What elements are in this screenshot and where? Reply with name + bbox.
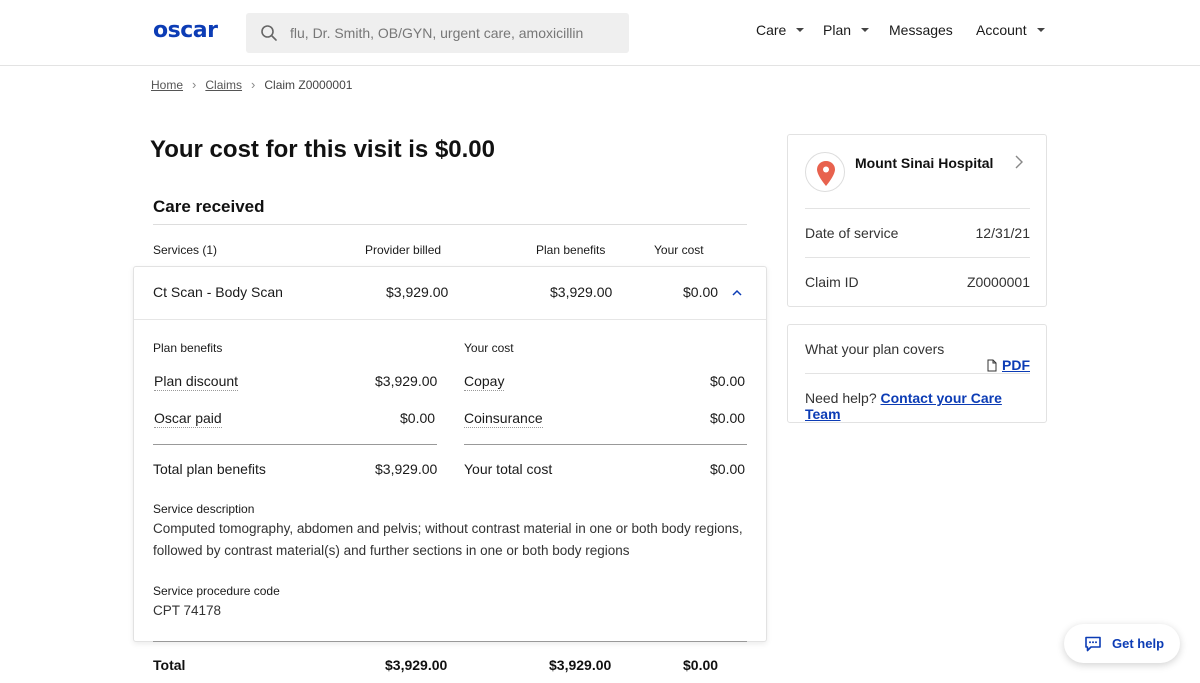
divider — [153, 224, 747, 225]
breadcrumb: Home › Claims › Claim Z0000001 — [151, 77, 352, 92]
oscar-paid-value: $0.00 — [400, 410, 436, 426]
page-title: Your cost for this visit is $0.00 — [150, 136, 495, 163]
section-title: Care received — [153, 197, 265, 216]
plan-discount-value: $3,929.00 — [375, 373, 438, 389]
procedure-code-heading: Service procedure code — [153, 584, 280, 598]
chevron-up-icon[interactable] — [731, 287, 743, 299]
location-pin-icon — [817, 161, 835, 186]
help-panel: What your plan covers PDF Need help? Con… — [787, 324, 1047, 423]
service-description: Computed tomography, abdomen and pelvis;… — [153, 521, 743, 558]
get-help-label: Get help — [1112, 636, 1165, 651]
chevron-down-icon — [861, 28, 870, 32]
nav-account[interactable]: Account — [976, 22, 1045, 38]
copay-value: $0.00 — [710, 373, 746, 389]
chevron-right-icon[interactable] — [1014, 155, 1024, 169]
service-plan-benefits: $3,929.00 — [550, 284, 613, 300]
need-help-row: Need help? Contact your Care Team — [805, 390, 1030, 422]
total-plan-benefits-label: Total plan benefits — [153, 461, 266, 477]
get-help-button[interactable]: Get help — [1064, 624, 1180, 663]
provider-panel: Mount Sinai Hospital Date of service 12/… — [787, 134, 1047, 307]
service-name: Ct Scan - Body Scan — [153, 284, 283, 300]
search-icon — [261, 25, 277, 41]
procedure-code: CPT 74178 — [153, 603, 222, 618]
nav-plan[interactable]: Plan — [823, 22, 870, 38]
service-provider-billed: $3,929.00 — [386, 284, 449, 300]
service-description-heading: Service description — [153, 502, 255, 516]
nav-plan-label: Plan — [823, 22, 852, 38]
nav-messages-label: Messages — [889, 22, 953, 38]
document-icon — [987, 359, 997, 371]
total-label: Total — [153, 657, 186, 673]
chevron-down-icon — [796, 28, 805, 32]
service-your-cost: $0.00 — [683, 284, 719, 300]
hospital-name[interactable]: Mount Sinai Hospital — [855, 155, 993, 171]
your-cost-heading: Your cost — [464, 341, 514, 355]
nav-care[interactable]: Care — [756, 22, 805, 38]
column-header-your-cost: Your cost — [654, 243, 704, 257]
provider-avatar — [805, 152, 845, 192]
service-row[interactable]: Ct Scan - Body Scan $3,929.00 $3,929.00 … — [134, 267, 766, 320]
divider — [805, 208, 1030, 209]
date-of-service-label: Date of service — [805, 225, 899, 241]
nav-messages[interactable]: Messages — [889, 22, 953, 38]
coinsurance-value: $0.00 — [710, 410, 746, 426]
date-of-service-value: 12/31/21 — [975, 225, 1031, 241]
need-help-label: Need help? — [805, 390, 877, 406]
column-header-services: Services (1) — [153, 243, 218, 257]
copay-label[interactable]: Copay — [464, 373, 505, 391]
plan-benefits-heading: Plan benefits — [153, 341, 223, 355]
claim-id-label: Claim ID — [805, 274, 859, 290]
chat-icon — [1085, 636, 1101, 651]
top-header: oscar Care Plan Messages Account — [0, 0, 1200, 66]
divider — [464, 444, 747, 445]
total-plan-benefits: $3,929.00 — [549, 657, 612, 673]
divider — [805, 257, 1030, 258]
pdf-link-label[interactable]: PDF — [1002, 357, 1030, 373]
chevron-right-icon: › — [251, 77, 256, 92]
oscar-paid-label[interactable]: Oscar paid — [154, 410, 222, 428]
your-total-cost-value: $0.00 — [710, 461, 746, 477]
date-of-service-row: Date of service 12/31/21 — [805, 225, 1030, 241]
claim-id-value: Z0000001 — [966, 274, 1030, 290]
breadcrumb-claims[interactable]: Claims — [205, 78, 242, 92]
coinsurance-label[interactable]: Coinsurance — [464, 410, 543, 428]
oscar-logo[interactable]: oscar — [153, 18, 218, 43]
claim-id-row: Claim ID Z0000001 — [805, 274, 1030, 290]
nav-account-label: Account — [976, 22, 1027, 38]
chevron-down-icon — [1036, 28, 1045, 32]
service-card: Ct Scan - Body Scan $3,929.00 $3,929.00 … — [133, 266, 767, 642]
plan-discount-label[interactable]: Plan discount — [154, 373, 239, 391]
column-header-plan-benefits: Plan benefits — [536, 243, 606, 257]
your-total-cost-label: Your total cost — [464, 461, 553, 477]
divider — [805, 373, 1030, 374]
search-input[interactable] — [290, 13, 620, 53]
nav-care-label: Care — [756, 22, 787, 38]
column-header-provider-billed: Provider billed — [365, 243, 442, 257]
total-plan-benefits-value: $3,929.00 — [375, 461, 438, 477]
total-provider-billed: $3,929.00 — [385, 657, 448, 673]
breadcrumb-home[interactable]: Home — [151, 78, 183, 92]
plan-covers-row: What your plan covers PDF — [805, 341, 1030, 373]
divider — [153, 641, 747, 642]
chevron-right-icon: › — [192, 77, 197, 92]
breadcrumb-current: Claim Z0000001 — [264, 77, 353, 92]
total-your-cost: $0.00 — [683, 657, 719, 673]
divider — [153, 444, 437, 445]
plan-covers-label: What your plan covers — [805, 341, 945, 357]
search-bar[interactable] — [246, 13, 629, 53]
pdf-link[interactable]: PDF — [987, 357, 1030, 373]
